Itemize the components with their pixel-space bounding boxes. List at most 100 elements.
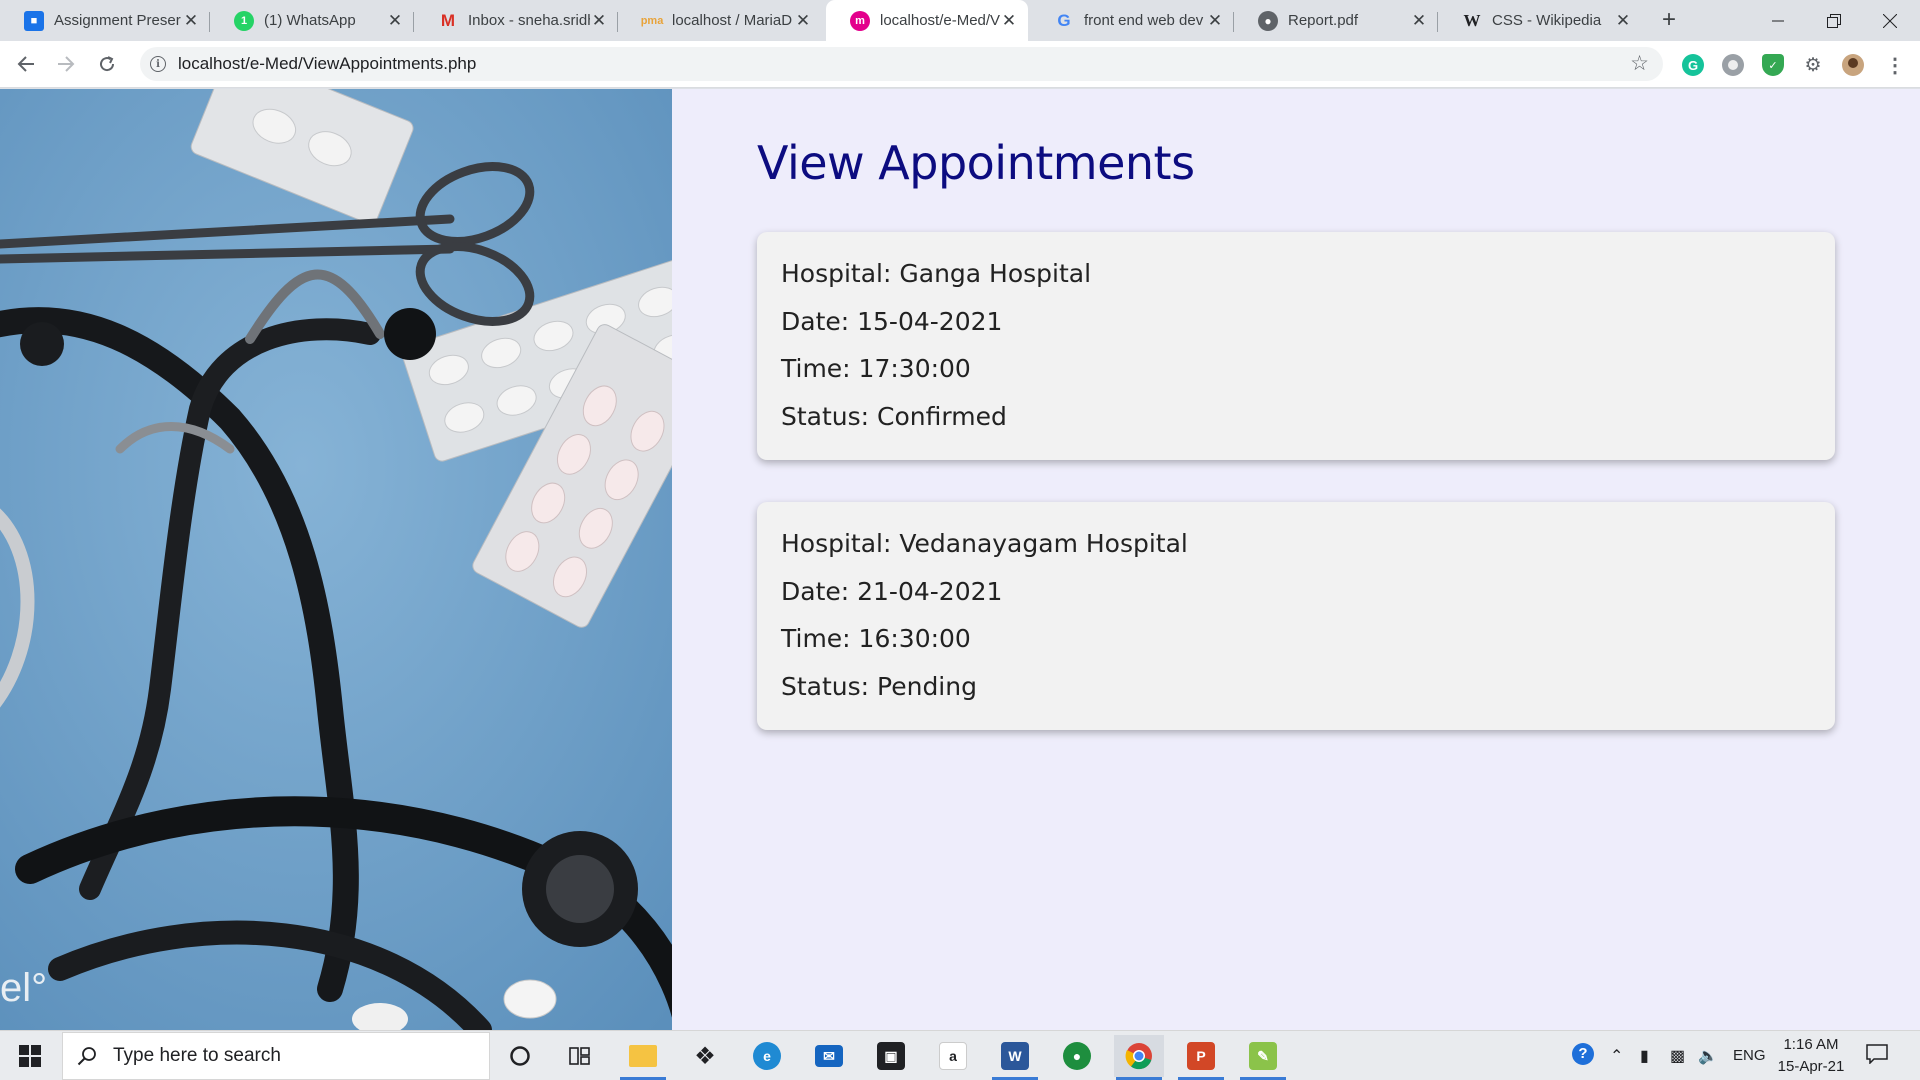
tab-label: localhost / MariaD — [672, 12, 793, 29]
taskbar-dropbox[interactable]: ❖ — [680, 1035, 730, 1077]
tab-assignment[interactable]: ■ Assignment Preser ✕ — [0, 0, 210, 41]
help-tray-icon[interactable]: ? — [1572, 1043, 1594, 1065]
appointments-content: View Appointments Hospital: Ganga Hospit… — [757, 89, 1835, 730]
bookmark-star-icon[interactable]: ☆ — [1630, 53, 1649, 75]
google-icon: G — [1057, 10, 1071, 30]
taskbar-mail[interactable]: ✉ — [804, 1035, 854, 1077]
extensions-puzzle-icon[interactable]: ⚙ — [1802, 54, 1824, 76]
page-title: View Appointments — [757, 136, 1195, 190]
menu-kebab-icon[interactable]: ⋮ — [1884, 54, 1906, 77]
task-view-icon — [569, 1047, 590, 1065]
back-button[interactable] — [12, 50, 40, 78]
network-icon[interactable]: ▩ — [1670, 1046, 1685, 1066]
tab-report-pdf[interactable]: ● Report.pdf ✕ — [1234, 0, 1438, 41]
address-url: localhost/e-Med/ViewAppointments.php — [178, 54, 477, 73]
reload-icon — [100, 56, 115, 72]
start-button[interactable] — [8, 1031, 52, 1080]
gmail-icon: M — [440, 10, 456, 30]
amazon-icon: a — [939, 1042, 967, 1070]
taskbar-powerpoint[interactable]: P — [1176, 1035, 1226, 1080]
taskbar-file-explorer[interactable] — [618, 1035, 668, 1080]
appointment-time: Time: 16:30:00 — [781, 624, 971, 653]
cortana-circle-icon — [510, 1046, 530, 1066]
task-view-button[interactable] — [555, 1035, 605, 1077]
restore-icon — [1827, 13, 1841, 28]
close-icon[interactable]: ✕ — [386, 11, 404, 31]
folder-icon — [629, 1045, 657, 1067]
close-window-button[interactable] — [1862, 0, 1918, 41]
grammarly-extension-icon[interactable]: G — [1682, 54, 1704, 76]
close-icon[interactable]: ✕ — [794, 11, 812, 31]
tab-label: front end web dev — [1084, 12, 1204, 29]
taskbar-maps[interactable]: ● — [1052, 1035, 1102, 1077]
tab-google-search[interactable]: G front end web dev ✕ — [1030, 0, 1234, 41]
tab-label: Inbox - sneha.sridh — [468, 12, 590, 29]
browser-toolbar: i localhost/e-Med/ViewAppointments.php ☆… — [0, 41, 1920, 88]
new-tab-button[interactable]: + — [1656, 8, 1682, 34]
shield-extension-icon[interactable]: ✓ — [1762, 54, 1784, 76]
forward-arrow-icon — [58, 56, 75, 72]
taskbar-amazon[interactable]: a — [928, 1035, 978, 1077]
profile-avatar[interactable] — [1842, 54, 1864, 76]
dropbox-icon: ❖ — [694, 1042, 716, 1070]
tab-label: Report.pdf — [1288, 12, 1359, 29]
windows-taskbar: Type here to search ❖ e ✉ ▣ a W ● P ✎ ? … — [0, 1030, 1920, 1080]
battery-icon[interactable]: ▮ — [1640, 1046, 1649, 1066]
address-bar[interactable]: i localhost/e-Med/ViewAppointments.php ☆ — [140, 47, 1663, 81]
cortana-button[interactable] — [495, 1035, 545, 1077]
appointment-date: Date: 21-04-2021 — [781, 576, 1003, 606]
taskbar-edge[interactable]: e — [742, 1035, 792, 1077]
page-viewport: el° View Appointments Hospital: Ganga Ho… — [0, 89, 1920, 1030]
wikipedia-icon: W — [1463, 10, 1481, 30]
search-icon — [77, 1047, 96, 1066]
appointment-card: Hospital: Vedanayagam Hospital Date: 21-… — [757, 502, 1835, 730]
appointment-hospital: Hospital: Vedanayagam Hospital — [781, 529, 1188, 558]
clock-time: 1:16 AM — [1783, 1036, 1839, 1053]
stethoscope-illustration: el° — [0, 89, 672, 1030]
tab-label: (1) WhatsApp — [264, 12, 356, 29]
appointment-hospital: Hospital: Ganga Hospital — [781, 259, 1092, 288]
taskbar-search-box[interactable]: Type here to search — [62, 1032, 490, 1080]
phpmyadmin-icon: pma — [640, 14, 664, 27]
taskbar-paint[interactable]: ✎ — [1238, 1035, 1288, 1080]
appointment-card: Hospital: Ganga Hospital Date: 15-04-202… — [757, 232, 1835, 460]
close-icon[interactable]: ✕ — [182, 11, 200, 31]
paint-icon: ✎ — [1249, 1042, 1277, 1070]
show-hidden-icons-chevron-icon[interactable]: ⌃ — [1610, 1046, 1623, 1066]
emed-icon: m — [850, 10, 870, 31]
appointment-status: Status: Confirmed — [781, 401, 1007, 431]
close-icon[interactable]: ✕ — [1000, 11, 1018, 31]
tab-phpmyadmin[interactable]: pma localhost / MariaD ✕ — [618, 0, 822, 41]
language-indicator[interactable]: ENG — [1733, 1047, 1766, 1064]
forward-button[interactable] — [52, 50, 80, 78]
taskbar-store[interactable]: ▣ — [866, 1035, 916, 1077]
close-icon[interactable]: ✕ — [590, 11, 608, 31]
clock-date: 15-Apr-21 — [1777, 1058, 1845, 1075]
tab-emed-active[interactable]: m localhost/e-Med/V ✕ — [826, 0, 1028, 41]
close-icon[interactable]: ✕ — [1410, 11, 1428, 31]
extension-circle-icon[interactable] — [1722, 54, 1744, 76]
notification-center-icon[interactable] — [1866, 1044, 1888, 1069]
whatsapp-icon: 1 — [234, 10, 254, 31]
chrome-icon — [1125, 1043, 1152, 1070]
site-info-icon[interactable]: i — [150, 56, 166, 72]
minimize-button[interactable] — [1750, 0, 1806, 41]
notification-icon — [1866, 1044, 1888, 1065]
reload-button[interactable] — [93, 50, 121, 78]
taskbar-chrome[interactable] — [1114, 1035, 1164, 1080]
store-bag-icon: ▣ — [877, 1042, 905, 1070]
appointment-time: Time: 17:30:00 — [781, 354, 971, 383]
taskbar-word[interactable]: W — [990, 1035, 1040, 1080]
tab-whatsapp[interactable]: 1 (1) WhatsApp ✕ — [210, 0, 414, 41]
classroom-icon: ■ — [24, 10, 44, 31]
close-icon[interactable]: ✕ — [1206, 11, 1224, 31]
close-icon — [1883, 13, 1897, 28]
volume-icon[interactable]: 🔈 — [1698, 1046, 1718, 1066]
word-icon: W — [1001, 1042, 1029, 1070]
close-icon[interactable]: ✕ — [1614, 11, 1632, 31]
map-pin-icon: ● — [1063, 1042, 1091, 1070]
taskbar-clock[interactable]: 1:16 AM 15-Apr-21 — [1762, 1034, 1860, 1078]
tab-wikipedia[interactable]: W CSS - Wikipedia ✕ — [1438, 0, 1642, 41]
tab-gmail[interactable]: M Inbox - sneha.sridh ✕ — [414, 0, 618, 41]
restore-button[interactable] — [1806, 0, 1862, 41]
